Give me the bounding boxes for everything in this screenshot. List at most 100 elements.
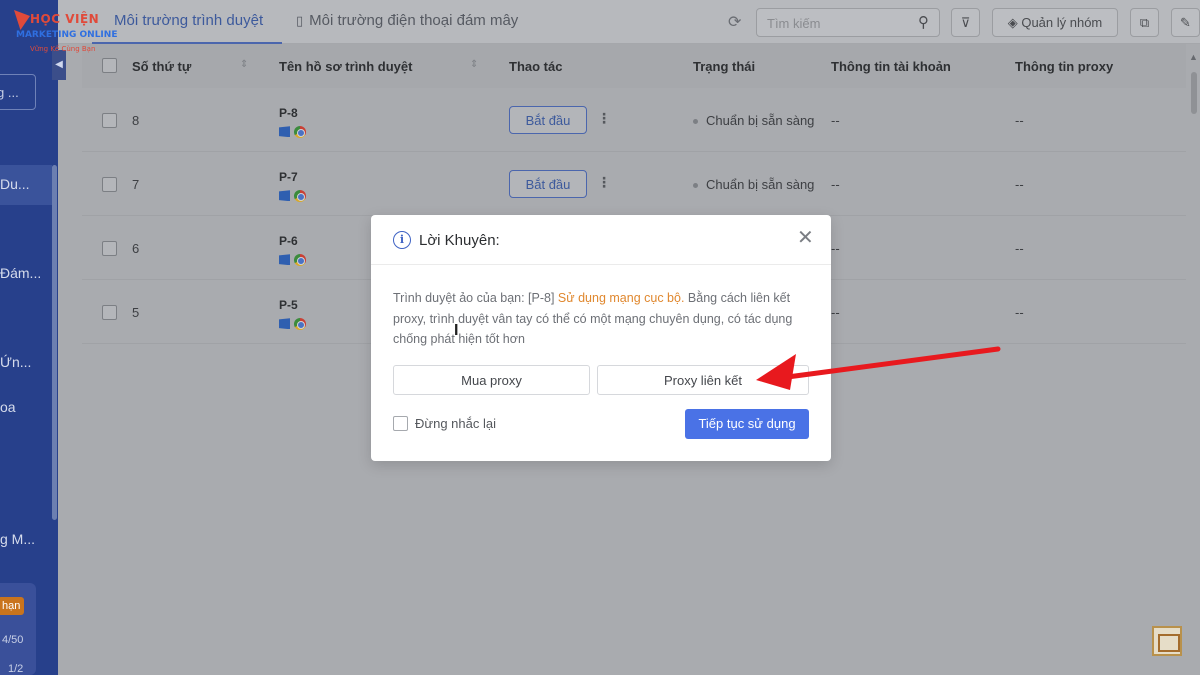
row-checkbox[interactable] <box>102 113 117 128</box>
tab-label: Môi trường điện thoại đám mây <box>309 12 519 29</box>
table-header: Số thứ tự ⇕ Tên hồ sơ trình duyệt ⇕ Thao… <box>82 44 1200 88</box>
dialog-title: Lời Khuyên: <box>419 232 500 249</box>
sidebar-item-manage[interactable]: g M... <box>0 531 35 547</box>
profile-name[interactable]: P-7 <box>279 170 298 184</box>
row-index: 5 <box>132 305 140 320</box>
logo-line3: Vững Kế Cùng Bạn <box>30 45 96 53</box>
member-count: 1/2 <box>8 663 24 675</box>
row-index: 6 <box>132 241 140 256</box>
row-checkbox[interactable] <box>102 241 117 256</box>
info-icon: i <box>393 231 411 249</box>
profile-platform <box>279 187 306 205</box>
status-text: Chuẩn bị sẵn sàng <box>693 113 814 128</box>
dont-remind-checkbox[interactable] <box>393 416 408 431</box>
layers-icon: ◈ <box>1007 15 1022 30</box>
header-index[interactable]: Số thứ tự <box>132 59 191 74</box>
group-manage-label: Quản lý nhóm <box>1021 15 1103 30</box>
windows-icon <box>279 318 290 330</box>
sidebar-item-cloud[interactable]: Đám... <box>0 265 41 281</box>
sort-icon[interactable]: ⇕ <box>470 59 478 70</box>
copy-icon[interactable]: ⧉ <box>1130 8 1159 37</box>
watermark-icon <box>1152 626 1182 656</box>
dont-remind-label[interactable]: Đừng nhắc lại <box>415 416 496 431</box>
account-info: -- <box>831 113 840 128</box>
tab-browser-environment[interactable]: Môi trường trình duyệt <box>114 12 263 29</box>
text-cursor-icon: I <box>454 322 459 339</box>
table-scrollbar[interactable] <box>1186 44 1200 675</box>
filter-icon[interactable]: ⊽ <box>951 8 980 37</box>
sidebar-item-apps[interactable]: Ứn... <box>0 354 31 370</box>
table-row[interactable]: 8 P-8 Bắt đầu ⋮ Chuẩn bị sẵn sàng -- -- <box>82 88 1200 152</box>
profile-platform <box>279 251 306 269</box>
tab-label: Môi trường trình duyệt <box>114 12 264 29</box>
start-button[interactable]: Bắt đầu <box>509 170 587 198</box>
status-text: Chuẩn bị sẵn sàng <box>693 177 814 192</box>
top-toolbar: Môi trường trình duyệt ▯ Môi trường điện … <box>58 0 1200 44</box>
proxy-info: -- <box>1015 241 1024 256</box>
scroll-up-icon[interactable]: ▲ <box>1189 52 1198 62</box>
message-text: Trình duyệt ảo của bạn: [P-8] <box>393 291 558 305</box>
header-proxy: Thông tin proxy <box>1015 59 1114 74</box>
select-all-checkbox[interactable] <box>102 58 117 73</box>
status-dot-icon <box>693 183 698 189</box>
chrome-icon <box>294 189 306 202</box>
table-row[interactable]: 7 P-7 Bắt đầu ⋮ Chuẩn bị sẵn sàng -- -- <box>82 152 1200 216</box>
advice-dialog: i Lời Khuyên: ✕ Trình duyệt ảo của bạn: … <box>371 215 831 461</box>
row-index: 8 <box>132 113 140 128</box>
sidebar-scrollbar[interactable] <box>52 165 57 520</box>
header-profile[interactable]: Tên hồ sơ trình duyệt <box>279 59 412 74</box>
continue-button[interactable]: Tiếp tục sử dụng <box>685 409 809 439</box>
more-icon[interactable]: ⋮ <box>597 174 611 191</box>
network-warning: Sử dụng mạng cục bộ. <box>557 291 685 305</box>
chrome-icon <box>294 125 306 138</box>
account-info: -- <box>831 241 840 256</box>
sidebar-item-label: oa <box>0 399 16 415</box>
more-icon[interactable]: ⋮ <box>597 110 611 127</box>
proxy-info: -- <box>1015 305 1024 320</box>
profile-count: 4/50 <box>2 634 24 646</box>
status-dot-icon <box>693 119 698 125</box>
sidebar-action-button[interactable]: g ... <box>0 74 36 110</box>
start-button[interactable]: Bắt đầu <box>509 106 587 134</box>
dialog-header: i Lời Khuyên: ✕ <box>371 215 831 265</box>
profile-platform <box>279 315 306 333</box>
sidebar-item-browser[interactable]: Du... <box>0 165 52 205</box>
chrome-icon <box>294 253 306 266</box>
logo-line1: HỌC VIỆN <box>30 12 100 26</box>
status-label: Chuẩn bị sẵn sàng <box>706 177 815 192</box>
logo-line2: MARKETING ONLINE <box>16 30 118 40</box>
profile-name[interactable]: P-6 <box>279 234 298 248</box>
scroll-thumb[interactable] <box>1191 72 1197 114</box>
header-action: Thao tác <box>509 59 563 74</box>
status-label: Chuẩn bị sẵn sàng <box>706 113 815 128</box>
profile-platform <box>279 123 306 141</box>
buy-proxy-button[interactable]: Mua proxy <box>393 365 590 395</box>
proxy-info: -- <box>1015 113 1024 128</box>
group-manage-button[interactable]: ◈ Quản lý nhóm <box>992 8 1118 37</box>
close-icon[interactable]: ✕ <box>797 228 814 248</box>
sort-icon[interactable]: ⇕ <box>240 59 248 70</box>
profile-name[interactable]: P-8 <box>279 106 298 120</box>
brand-logo: HỌC VIỆN MARKETING ONLINE Vững Kế Cùng B… <box>8 8 118 58</box>
plan-badge[interactable]: hạn <box>0 597 25 615</box>
row-index: 7 <box>132 177 140 192</box>
row-checkbox[interactable] <box>102 177 117 192</box>
search-placeholder: Tìm kiếm <box>767 16 821 31</box>
refresh-icon[interactable]: ⟳ <box>728 12 741 32</box>
proxy-info: -- <box>1015 177 1024 192</box>
sidebar-item-label: Du... <box>0 176 30 192</box>
search-input[interactable]: Tìm kiếm ⚲ <box>756 8 940 37</box>
phone-icon: ▯ <box>296 13 304 28</box>
windows-icon <box>279 190 290 202</box>
windows-icon <box>279 254 290 266</box>
row-checkbox[interactable] <box>102 305 117 320</box>
search-icon: ⚲ <box>918 14 929 31</box>
sidebar-item-other[interactable]: oa <box>0 399 16 415</box>
logo-mark-icon <box>14 10 30 30</box>
sidebar: HỌC VIỆN MARKETING ONLINE Vững Kế Cùng B… <box>0 0 117 675</box>
sidebar-item-label: Đám... <box>0 265 42 281</box>
tab-cloud-phone[interactable]: ▯ Môi trường điện thoại đám mây <box>296 12 518 29</box>
sidebar-item-label: Ứn... <box>0 354 32 370</box>
pin-icon[interactable]: ✎ <box>1171 8 1200 37</box>
profile-name[interactable]: P-5 <box>279 298 298 312</box>
